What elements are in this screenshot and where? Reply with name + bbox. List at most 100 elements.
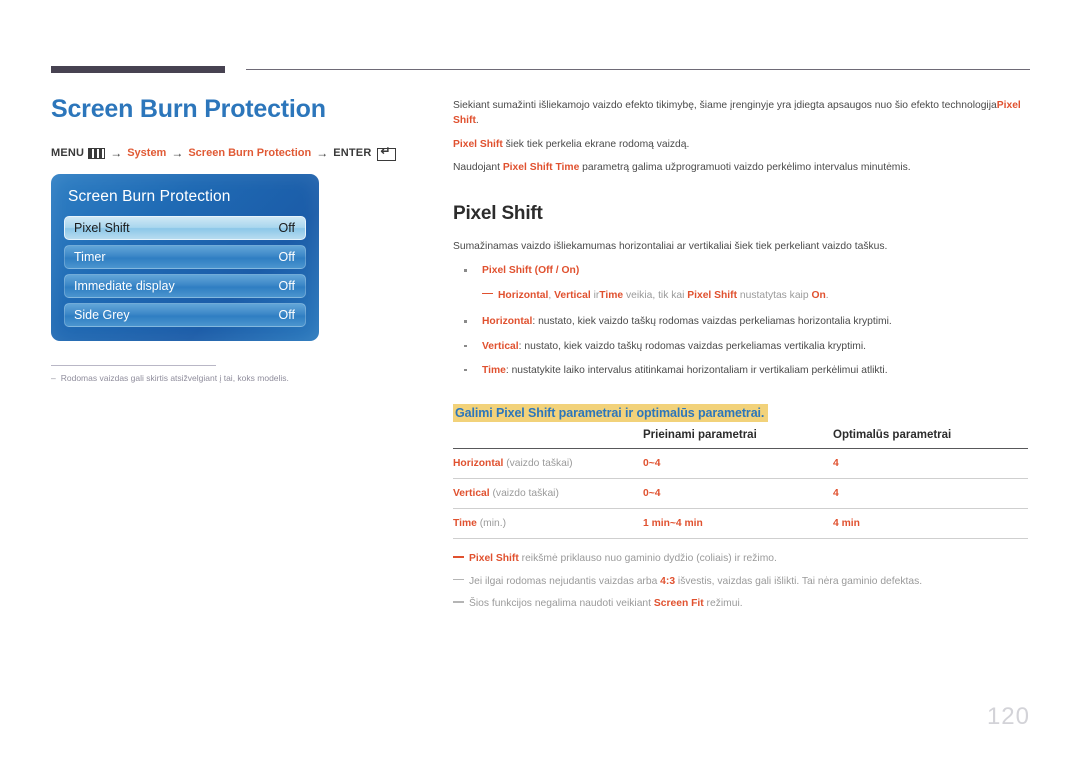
top-rule-thick	[51, 66, 225, 73]
row-unit: (vaizdo taškai)	[489, 488, 559, 500]
subnote-term-time: Time	[599, 289, 624, 301]
left-footnote-divider	[51, 364, 216, 366]
bullet-term: Time	[482, 364, 506, 376]
enter-key-icon	[377, 145, 397, 162]
parameter-bullet-list: Horizontal: nustato, kiek vaizdo taškų r…	[453, 314, 1028, 378]
table-cell-optimal: 4	[833, 478, 1028, 510]
subnote-term-vertical: Vertical	[554, 289, 591, 301]
page-number: 120	[986, 703, 1030, 730]
breadcrumb-step-system: System	[127, 146, 167, 159]
osd-row-value: Off	[278, 307, 295, 322]
footnote-text: Rodomas vaizdas gali skirtis atsižvelgia…	[60, 372, 289, 383]
end-note-term: Pixel Shift	[469, 553, 519, 565]
row-unit: (min.)	[476, 518, 507, 530]
subnote-term-horizontal: Horizontal	[498, 289, 549, 301]
breadcrumb-arrow-2: →	[171, 145, 184, 160]
intro-p2-term: Pixel Shift	[453, 138, 503, 150]
subnote-sep-3: veikia, tik kai	[623, 289, 688, 301]
table-cell-available: 0~4	[643, 478, 833, 510]
bullet-time: Time: nustatykite laiko intervalus atiti…	[453, 363, 1028, 378]
subnote-term-pixel-shift: Pixel Shift	[687, 289, 738, 301]
osd-row-side-grey[interactable]: Side Grey Off	[64, 302, 306, 327]
intro-paragraph-3: Naudojant Pixel Shift Time parametrą gal…	[453, 160, 1028, 175]
subnote-dependency: Horizontal, Vertical irTime veikia, tik …	[453, 288, 1028, 303]
bullet-rest: : nustato, kiek vaizdo taškų rodomas vai…	[518, 340, 867, 352]
intro-paragraph-1: Siekiant sumažinti išliekamojo vaizdo ef…	[453, 98, 1028, 129]
table-header-row: Prieinami parametrai Optimalūs parametra…	[453, 429, 1028, 450]
subnote-sep-5: .	[825, 289, 829, 301]
menu-grid-icon	[88, 148, 106, 160]
bullet-rest: : nustato, kiek vaizdo taškų rodomas vai…	[532, 316, 892, 328]
table-cell-name: Vertical (vaizdo taškai)	[453, 478, 643, 510]
end-note-pre: Jei ilgai rodomas nejudantis vaizdas arb…	[469, 575, 661, 587]
table-header-optimal: Optimalūs parametrai	[833, 429, 1028, 450]
bullet-term: Horizontal	[482, 316, 533, 328]
table-cell-available: 0~4	[643, 448, 833, 480]
osd-row-value: Off	[278, 278, 295, 293]
intro-p1-period: .	[475, 115, 479, 127]
bullet-term: Pixel Shift	[482, 265, 532, 277]
end-note-rest: reikšmė priklauso nuo gaminio dydžio (co…	[518, 553, 777, 565]
end-note-1: Pixel Shift reikšmė priklauso nuo gamini…	[453, 551, 1028, 566]
intro-paragraph-2: Pixel Shift šiek tiek perkelia ekrane ro…	[453, 137, 1028, 152]
table-cell-name: Time (min.)	[453, 508, 643, 540]
table-cell-optimal: 4 min	[833, 508, 1028, 540]
osd-row-timer[interactable]: Timer Off	[64, 244, 306, 269]
page-title: Screen Burn Protection	[51, 95, 326, 123]
end-note-term: Screen Fit	[653, 598, 704, 610]
intro-p1-text: Siekiant sumažinti išliekamojo vaizdo ef…	[453, 100, 997, 111]
row-name: Time	[453, 518, 477, 530]
bullet-rest: (Off / On)	[531, 265, 580, 277]
breadcrumb-menu-label: MENU	[51, 146, 85, 159]
osd-row-pixel-shift[interactable]: Pixel Shift Off	[64, 215, 306, 240]
subnote-term-on: On	[811, 289, 826, 301]
table-row: Time (min.) 1 min~4 min 4 min	[453, 508, 1028, 540]
top-rule-thin	[246, 69, 1030, 70]
intro-p3-term: Pixel Shift Time	[502, 162, 580, 174]
left-footnote: – Rodomas vaizdas gali skirtis atsižvelg…	[51, 373, 319, 385]
bullet-term: Vertical	[482, 340, 519, 352]
section-title-pixel-shift: Pixel Shift	[453, 202, 543, 224]
osd-row-immediate-display[interactable]: Immediate display Off	[64, 273, 306, 298]
intro-p3-text-a: Naudojant	[453, 162, 503, 174]
end-note-rest: išvestis, vaizdas gali išlikti. Tai nėra…	[675, 575, 923, 587]
bullet-rest: : nustatykite laiko intervalus atitinkam…	[505, 364, 888, 376]
bullet-horizontal: Horizontal: nustato, kiek vaizdo taškų r…	[453, 314, 1028, 329]
top-decoration	[0, 0, 1080, 73]
section-lead-text: Sumažinamas vaizdo išliekamumas horizont…	[453, 240, 888, 252]
end-note-pre: Šios funkcijos negalima naudoti veikiant	[469, 598, 654, 610]
breadcrumb: MENU → System → Screen Burn Protection →…	[51, 145, 421, 162]
end-note-2: Jei ilgai rodomas nejudantis vaizdas arb…	[453, 574, 1028, 589]
table-row: Vertical (vaizdo taškai) 0~4 4	[453, 478, 1028, 510]
intro-p3-text-b: parametrą galima užprogramuoti vaizdo pe…	[579, 162, 911, 174]
bullet-vertical: Vertical: nustato, kiek vaizdo taškų rod…	[453, 339, 1028, 354]
bullet-pixel-shift: Pixel Shift (Off / On)	[453, 263, 1028, 278]
subnote-sep-4: nustatytas kaip	[737, 289, 812, 301]
parameters-table: Prieinami parametrai Optimalūs parametra…	[453, 429, 1028, 540]
row-unit: (vaizdo taškai)	[503, 458, 573, 470]
table-cell-optimal: 4	[833, 448, 1028, 480]
table-header-blank	[453, 429, 643, 450]
osd-panel-title: Screen Burn Protection	[68, 187, 231, 205]
osd-row-label: Immediate display	[74, 278, 175, 293]
table-cell-available: 1 min~4 min	[643, 508, 833, 540]
breadcrumb-step-screen-burn-protection: Screen Burn Protection	[188, 146, 312, 159]
intro-block: Siekiant sumažinti išliekamojo vaizdo ef…	[453, 98, 1028, 176]
option-bullet-list: Pixel Shift (Off / On)	[453, 263, 1028, 278]
breadcrumb-arrow-3: →	[316, 145, 329, 160]
osd-row-value: Off	[278, 249, 295, 264]
osd-row-label: Pixel Shift	[74, 220, 130, 235]
row-name: Vertical	[453, 488, 490, 500]
end-note-rest: režimui.	[703, 598, 743, 610]
table-cell-name: Horizontal (vaizdo taškai)	[453, 448, 643, 480]
breadcrumb-arrow-1: →	[110, 145, 123, 160]
osd-row-value: Off	[278, 220, 295, 235]
end-notes-block: Pixel Shift reikšmė priklauso nuo gamini…	[453, 551, 1028, 611]
end-note-term: 4:3	[660, 575, 676, 587]
breadcrumb-enter-label: ENTER	[333, 146, 372, 159]
row-name: Horizontal	[453, 458, 504, 470]
osd-menu-panel: Screen Burn Protection Pixel Shift Off T…	[51, 173, 319, 341]
table-row: Horizontal (vaizdo taškai) 0~4 4	[453, 448, 1028, 480]
table-caption-highlight: Galimi Pixel Shift parametrai ir optimal…	[453, 404, 769, 423]
osd-row-label: Timer	[74, 249, 106, 264]
